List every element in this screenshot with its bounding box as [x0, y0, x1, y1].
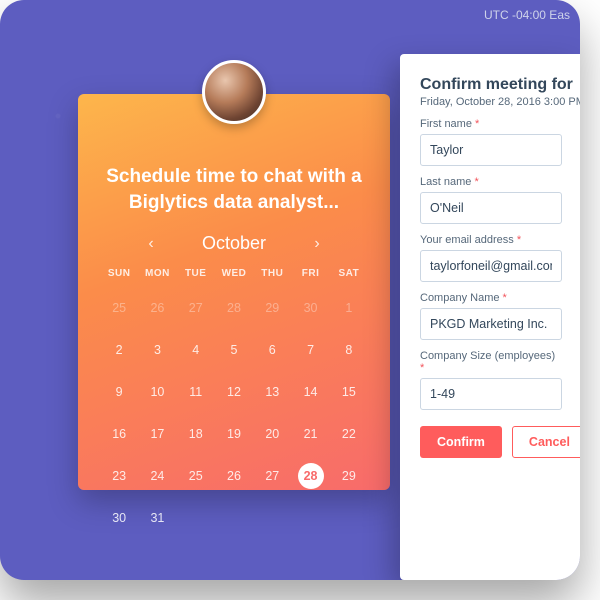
confirm-form: Confirm meeting for Friday, October 28, … [400, 54, 580, 580]
form-subtitle: Friday, October 28, 2016 3:00 PM [420, 96, 562, 108]
day-cell[interactable]: 15 [330, 379, 368, 405]
dow-label: SUN [100, 268, 138, 279]
day-cell[interactable]: 19 [215, 421, 253, 447]
day-cell[interactable]: 30 [100, 505, 138, 531]
last-name-field[interactable] [420, 192, 562, 224]
company-size-field[interactable] [420, 378, 562, 410]
dow-label: THU [253, 268, 291, 279]
day-cell[interactable]: 23 [100, 463, 138, 489]
day-cell[interactable]: 30 [291, 295, 329, 321]
calendar-headline: Schedule time to chat with a Biglytics d… [100, 164, 368, 233]
dow-label: WED [215, 268, 253, 279]
day-cell[interactable]: 8 [330, 337, 368, 363]
day-cell[interactable]: 25 [177, 463, 215, 489]
day-cell[interactable]: 12 [215, 379, 253, 405]
company-size-label: Company Size (employees) * [420, 350, 562, 374]
day-cell[interactable]: 31 [138, 505, 176, 531]
day-cell[interactable]: 20 [253, 421, 291, 447]
day-cell[interactable]: 5 [215, 337, 253, 363]
day-cell[interactable]: 6 [253, 337, 291, 363]
day-cell[interactable]: 3 [138, 337, 176, 363]
day-cell[interactable]: 13 [253, 379, 291, 405]
day-cell[interactable]: 26 [138, 295, 176, 321]
day-cell[interactable]: 17 [138, 421, 176, 447]
day-cell[interactable]: 18 [177, 421, 215, 447]
avatar [202, 60, 266, 124]
day-cell[interactable]: 9 [100, 379, 138, 405]
first-name-field[interactable] [420, 134, 562, 166]
day-cell[interactable]: 27 [253, 463, 291, 489]
day-cell[interactable]: 25 [100, 295, 138, 321]
cancel-button[interactable]: Cancel [512, 426, 580, 458]
next-month-icon[interactable]: › [308, 235, 326, 253]
confirm-button[interactable]: Confirm [420, 426, 502, 458]
day-cell[interactable]: 27 [177, 295, 215, 321]
day-cell[interactable]: 11 [177, 379, 215, 405]
calendar-grid: SUNMONTUEWEDTHUFRISAT2526272829301234567… [100, 268, 368, 531]
day-cell[interactable]: 10 [138, 379, 176, 405]
day-cell[interactable]: 29 [253, 295, 291, 321]
day-cell[interactable]: 28 [215, 295, 253, 321]
email-field[interactable] [420, 250, 562, 282]
company-name-label: Company Name * [420, 292, 562, 304]
dow-label: FRI [291, 268, 329, 279]
company-name-field[interactable] [420, 308, 562, 340]
day-cell[interactable]: 16 [100, 421, 138, 447]
dow-label: MON [138, 268, 176, 279]
day-cell[interactable]: 1 [330, 295, 368, 321]
app-frame: UTC -04:00 Eas Schedule time to chat wit… [0, 0, 580, 580]
month-label: October [202, 233, 266, 254]
day-cell[interactable]: 14 [291, 379, 329, 405]
day-cell-selected[interactable]: 28 [298, 463, 324, 489]
day-cell[interactable]: 2 [100, 337, 138, 363]
month-nav: ‹ October › [100, 233, 368, 254]
day-cell[interactable]: 26 [215, 463, 253, 489]
day-cell[interactable]: 21 [291, 421, 329, 447]
email-label: Your email address * [420, 234, 562, 246]
form-buttons: Confirm Cancel [420, 426, 562, 458]
day-cell[interactable]: 24 [138, 463, 176, 489]
day-cell[interactable]: 7 [291, 337, 329, 363]
timezone-label[interactable]: UTC -04:00 Eas [484, 8, 570, 22]
last-name-label: Last name * [420, 176, 562, 188]
day-cell[interactable]: 4 [177, 337, 215, 363]
first-name-label: First name * [420, 118, 562, 130]
dow-label: SAT [330, 268, 368, 279]
form-title: Confirm meeting for [420, 76, 562, 94]
prev-month-icon[interactable]: ‹ [142, 235, 160, 253]
day-cell[interactable]: 29 [330, 463, 368, 489]
calendar-card: Schedule time to chat with a Biglytics d… [78, 94, 390, 490]
day-cell[interactable]: 22 [330, 421, 368, 447]
dow-label: TUE [177, 268, 215, 279]
